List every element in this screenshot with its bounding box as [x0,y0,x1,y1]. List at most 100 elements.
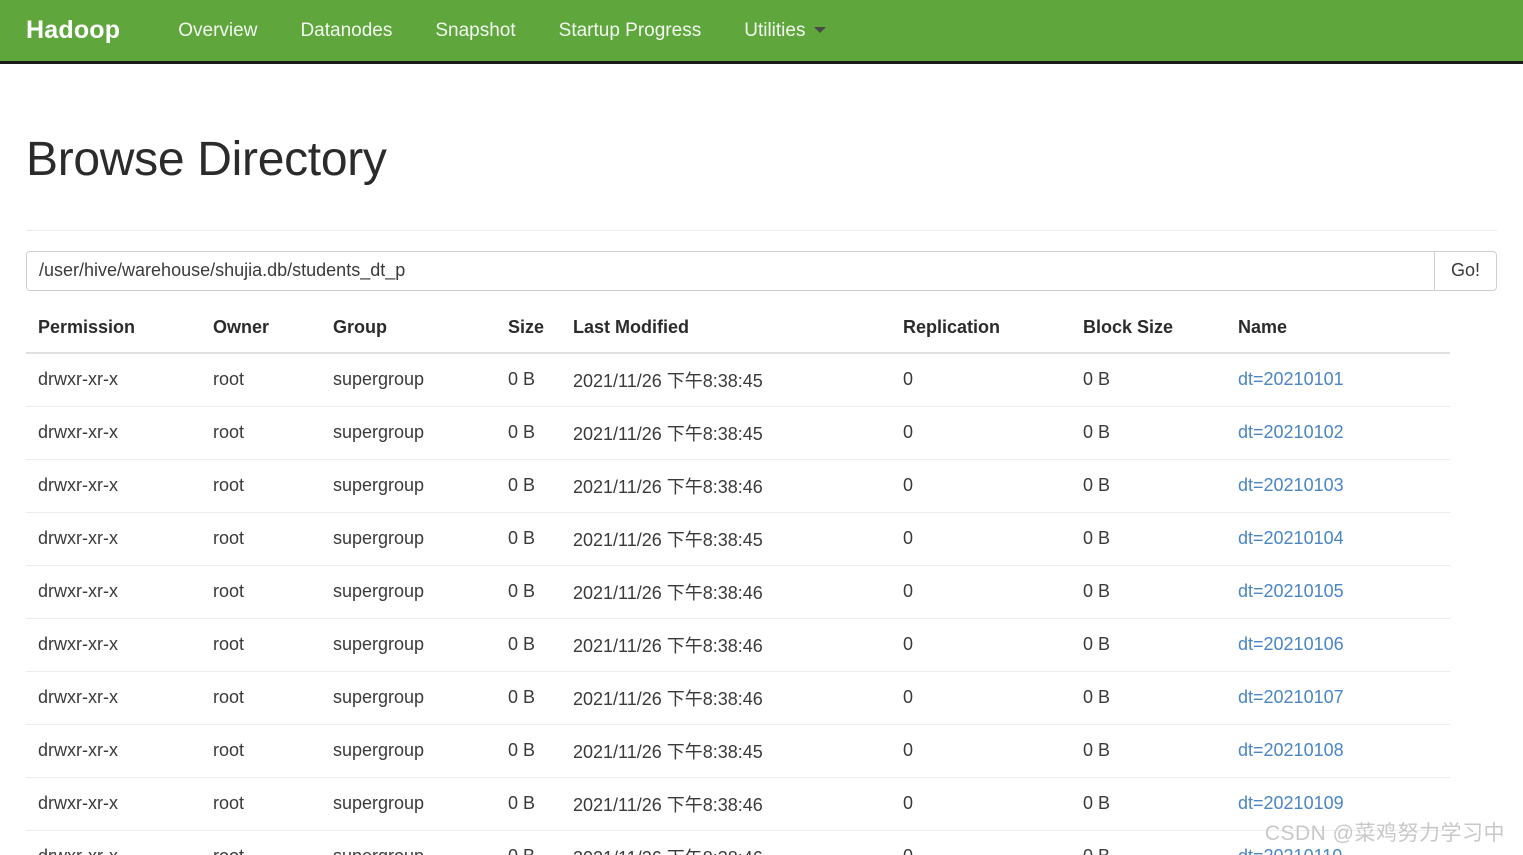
cell-permission: drwxr-xr-x [26,777,201,831]
cell-last-modified: 2021/11/26 下午8:38:46 [561,565,891,619]
cell-group: supergroup [321,724,496,778]
table-row: drwxr-xr-xrootsupergroup0 B2021/11/26 下午… [26,830,1450,855]
directory-link[interactable]: dt=20210103 [1238,475,1344,495]
table-row: drwxr-xr-xrootsupergroup0 B2021/11/26 下午… [26,352,1450,407]
cell-last-modified: 2021/11/26 下午8:38:46 [561,618,891,672]
directory-listing-wrap: Permission Owner Group Size Last Modified Rep… [26,312,1497,855]
table-row: drwxr-xr-xrootsupergroup0 B2021/11/26 下午… [26,512,1450,566]
cell-permission: drwxr-xr-x [26,565,201,619]
table-header-row: Permission Owner Group Size Last Modified Rep… [26,312,1450,354]
directory-link[interactable]: dt=20210106 [1238,634,1344,654]
column-header-replication[interactable]: Replication [891,312,1071,354]
column-header-permission[interactable]: Permission [26,312,201,354]
cell-replication: 0 [891,618,1071,672]
title-divider [26,229,1497,231]
cell-group: supergroup [321,830,496,855]
cell-last-modified: 2021/11/26 下午8:38:45 [561,406,891,460]
cell-name: dt=20210106 [1226,618,1450,672]
column-header-size[interactable]: Size [496,312,561,354]
directory-link[interactable]: dt=20210105 [1238,581,1344,601]
cell-permission: drwxr-xr-x [26,618,201,672]
cell-group: supergroup [321,671,496,725]
cell-permission: drwxr-xr-x [26,671,201,725]
table-body: drwxr-xr-x root supergroup 0 B 2021/11/26 下午… [26,352,1450,855]
directory-listing-table: Permission Owner Group Size Last Modified Rep… [26,312,1450,855]
table-row: drwxr-xr-xrootsupergroup0 B2021/11/26 下午… [26,618,1450,672]
directory-link[interactable]: dt=20210104 [1238,528,1344,548]
cell-last-modified: 2021/11/26 下午8:38:46 [561,459,891,513]
page-title: Browse Directory [26,133,387,186]
cell-last-modified: 2021/11/26 下午8:38:45 [561,352,891,407]
column-header-block-size[interactable]: Block Size [1071,312,1226,354]
cell-group: supergroup [321,459,496,513]
go-button[interactable]: Go! [1435,250,1497,291]
cell-replication: 0 [891,459,1071,513]
cell-group: supergroup [321,352,496,407]
cell-size: 0 B [496,352,561,407]
nav-link-label: Overview [178,19,258,41]
cell-name: dt=20210107 [1226,671,1450,725]
cell-name: dt=20210103 [1226,459,1450,513]
column-header-last-modified[interactable]: Last Modified [561,312,891,354]
cell-permission: drwxr-xr-x [26,512,201,566]
cell-permission: drwxr-xr-x [26,459,201,513]
nav-link-snapshot[interactable]: Snapshot [435,21,515,40]
nav-link-datanodes[interactable]: Datanodes [300,21,392,40]
cell-permission: drwxr-xr-x [26,352,201,407]
table-head: Permission Owner Group Size Last Modified Rep… [26,312,1450,354]
cell-owner: root [201,618,321,672]
cell-permission: drwxr-xr-x [26,406,201,460]
cell-block-size: 0 B [1071,459,1226,513]
table-row: drwxr-xr-xrootsupergroup0 B2021/11/26 下午… [26,777,1450,831]
brand-hadoop[interactable]: Hadoop [26,18,120,43]
cell-replication: 0 [891,352,1071,407]
column-header-name[interactable]: Name [1226,312,1450,354]
top-navbar: Hadoop Overview Datanodes Snapshot Startup … [0,0,1523,64]
cell-block-size: 0 B [1071,777,1226,831]
cell-name: dt=20210108 [1226,724,1450,778]
cell-block-size: 0 B [1071,565,1226,619]
cell-group: supergroup [321,512,496,566]
cell-name: dt=20210102 [1226,406,1450,460]
directory-link[interactable]: dt=20210108 [1238,740,1344,760]
cell-group: supergroup [321,618,496,672]
cell-block-size: 0 B [1071,618,1226,672]
cell-owner: root [201,777,321,831]
cell-block-size: 0 B [1071,671,1226,725]
cell-last-modified: 2021/11/26 下午8:38:46 [561,777,891,831]
nav-link-overview[interactable]: Overview [178,21,257,40]
cell-block-size: 0 B [1071,406,1226,460]
directory-link[interactable]: dt=20210101 [1238,369,1344,389]
cell-last-modified: 2021/11/26 下午8:38:46 [561,671,891,725]
directory-link[interactable]: dt=20210102 [1238,422,1344,442]
cell-size: 0 B [496,618,561,672]
cell-replication: 0 [891,406,1071,460]
cell-group: supergroup [321,406,496,460]
cell-size: 0 B [496,671,561,725]
path-input[interactable] [26,250,1435,291]
cell-replication: 0 [891,724,1071,778]
nav-link-utilities[interactable]: Utilities [744,21,827,40]
cell-owner: root [201,724,321,778]
cell-block-size: 0 B [1071,352,1226,407]
cell-owner: root [201,512,321,566]
cell-size: 0 B [496,830,561,855]
cell-replication: 0 [891,512,1071,566]
column-header-group[interactable]: Group [321,312,496,354]
cell-last-modified: 2021/11/26 下午8:38:46 [561,830,891,855]
csdn-watermark: CSDN @菜鸡努力学习中 [1264,822,1505,845]
directory-link[interactable]: dt=20210107 [1238,687,1344,707]
column-header-owner[interactable]: Owner [201,312,321,354]
cell-replication: 0 [891,671,1071,725]
nav-link-startup-progress[interactable]: Startup Progress [559,21,702,40]
table-row: drwxr-xr-xrootsupergroup0 B2021/11/26 下午… [26,406,1450,460]
cell-size: 0 B [496,459,561,513]
cell-name: dt=20210101 [1226,352,1450,407]
cell-size: 0 B [496,777,561,831]
cell-size: 0 B [496,724,561,778]
directory-link[interactable]: dt=20210110 [1238,846,1342,855]
cell-block-size: 0 B [1071,512,1226,566]
nav-link-label: Datanodes [300,19,393,41]
directory-link[interactable]: dt=20210109 [1238,793,1344,813]
cell-owner: root [201,671,321,725]
